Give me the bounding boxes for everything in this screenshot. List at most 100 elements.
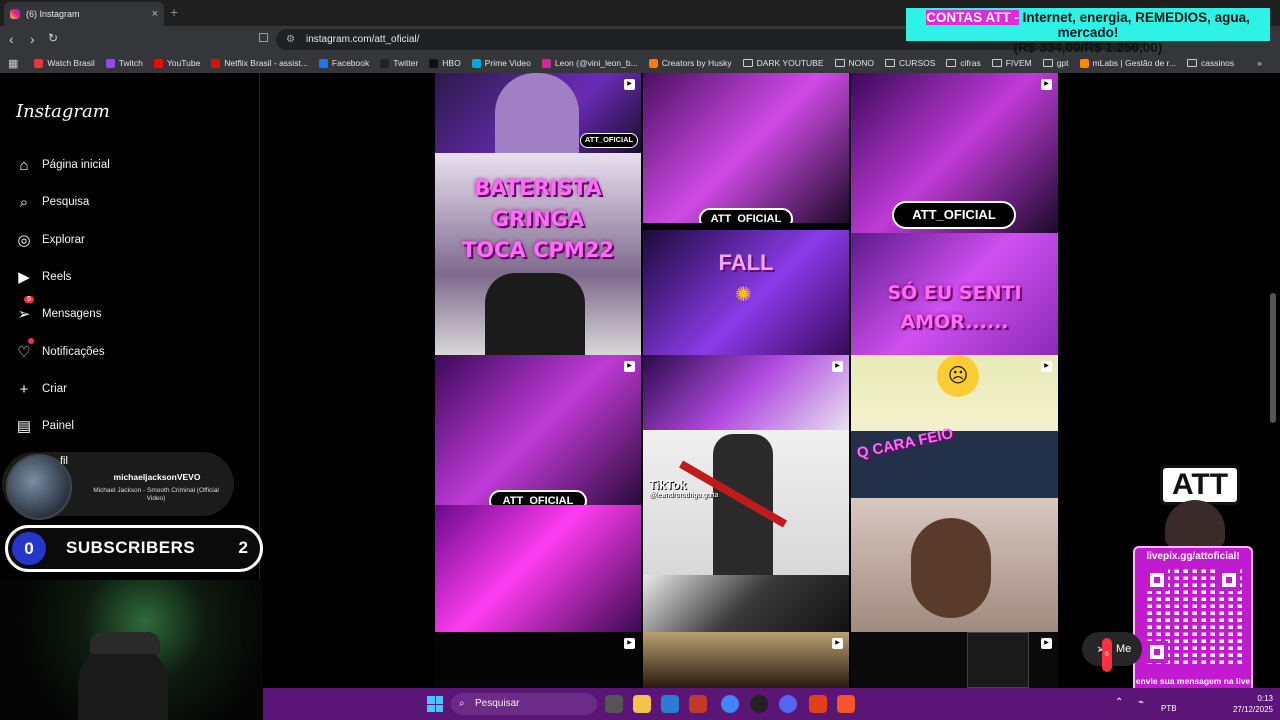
bookmark-item[interactable]: cassinos (1187, 58, 1234, 68)
bookmark-item[interactable]: Prime Video (471, 58, 531, 68)
post-tile[interactable] (851, 498, 1058, 632)
more-bookmarks-icon[interactable]: » (1257, 58, 1262, 68)
apps-grid-icon[interactable]: ▦ (8, 57, 18, 70)
bookmark-item[interactable]: Twitter (380, 58, 418, 68)
close-icon[interactable]: × (152, 8, 158, 20)
back-arrow-icon[interactable]: ‹ (9, 31, 14, 47)
bookmark-item[interactable]: NONO (834, 58, 874, 68)
app-icon[interactable] (689, 695, 707, 713)
post-tile[interactable]: ▶ ☹ Q CARA FEIO (851, 355, 1058, 505)
sidebar-item-heart[interactable]: ♡ Notificações (14, 338, 105, 364)
scrollbar[interactable] (1270, 293, 1276, 423)
att-pill: ATT_OFICIAL (489, 490, 587, 505)
post-tile[interactable]: ▶ (643, 632, 849, 688)
address-url: instagram.com/att_oficial/ (306, 34, 420, 45)
sidebar-item-label: Painel (42, 420, 74, 432)
home-icon: ⌂ (19, 156, 29, 174)
bookmark-label: FIVEM (1005, 58, 1032, 68)
post-tile[interactable]: ▶ ATT_OFICIAL (851, 73, 1058, 233)
bookmark-label: Netflix Brasil - assist... (224, 58, 308, 68)
brave-icon[interactable] (837, 695, 855, 713)
tab-instagram[interactable]: (6) Instagram × (4, 2, 164, 26)
reload-icon[interactable]: ↻ (48, 31, 58, 45)
qr-finder (1218, 569, 1240, 591)
task-view-icon[interactable] (605, 695, 623, 713)
bookmark-item[interactable]: YouTube (153, 58, 200, 68)
taskbar-search-placeholder: Pesquisar (475, 698, 520, 709)
bookmark-item[interactable]: FIVEM (991, 58, 1032, 68)
new-tab-button[interactable]: + (170, 4, 178, 20)
song-artist: michaeljacksonVEVO (113, 472, 201, 482)
bookmark-item[interactable]: Creators by Husky (648, 58, 732, 68)
bookmark-item[interactable]: DARK YOUTUBE (742, 58, 824, 68)
post-tile[interactable] (643, 575, 849, 632)
clock[interactable]: 0:13 27/12/2025 (1223, 693, 1273, 715)
network-icon[interactable]: ⌁ (1138, 697, 1144, 708)
discord-icon[interactable] (779, 695, 797, 713)
chevron-up-icon[interactable]: ⌃ (1115, 697, 1123, 708)
app-icon[interactable] (809, 695, 827, 713)
sidebar-item-messages[interactable]: ➢ Mensagens 6 (14, 296, 101, 326)
post-tile[interactable]: BATERISTA GRINGA TOCA CPM22 (435, 153, 641, 355)
folder-icon (991, 59, 1002, 67)
banner-goal: (R$ 334,00/R$ 1.250,00) (1013, 40, 1163, 55)
messages-label: Me (1116, 643, 1132, 655)
post-tile[interactable]: ▶ (851, 632, 1058, 688)
post-tile[interactable]: ▶ (643, 355, 849, 430)
taskbar-search[interactable]: ⌕ Pesquisar (451, 693, 597, 715)
bookmark-item[interactable]: gpt (1042, 58, 1069, 68)
bookmark-item[interactable]: HBO (429, 58, 461, 68)
reels-icon: ▶ (18, 269, 30, 286)
sidebar-item-plus[interactable]: + Criar (14, 377, 67, 401)
sidebar-item-dashboard[interactable]: ▤ Painel (14, 414, 74, 438)
post-tile[interactable]: ▶ ATT_OFICIAL (435, 355, 641, 505)
sidebar-item-reels[interactable]: ▶ Reels (14, 265, 71, 289)
post-tile[interactable]: ▶ (435, 632, 641, 688)
obs-icon[interactable] (750, 695, 768, 713)
instagram-logo[interactable]: Instagram (16, 101, 110, 122)
bookmark-icon[interactable]: ☐ (258, 31, 269, 45)
bookmark-item[interactable]: CURSOS (885, 58, 935, 68)
messages-floating-button[interactable]: ➢ 6 Me (1082, 632, 1142, 672)
contas-banner: CONTAS ATT - Internet, energia, REMEDIOS… (906, 8, 1270, 55)
favicon-icon (380, 58, 390, 68)
bookmark-item[interactable]: Twitch (105, 58, 143, 68)
chrome-icon[interactable] (721, 695, 739, 713)
bookmark-item[interactable]: Netflix Brasil - assist... (211, 58, 308, 68)
att-logo: ATT (1160, 465, 1240, 505)
folder-icon (742, 59, 753, 67)
sidebar-item-explore[interactable]: ◎ Explorar (14, 228, 84, 252)
bookmark-label: Leon (@vini_leon_b... (554, 58, 638, 68)
qr-code (1143, 566, 1243, 666)
bookmark-item[interactable]: cifras (946, 58, 981, 68)
post-tile[interactable]: TikTok @leandrorodrigo.guita (643, 430, 849, 575)
site-info-icon[interactable]: ⚙ (286, 29, 295, 50)
post-tile[interactable]: ATT_OFICIAL (643, 73, 849, 223)
sidebar-item-label: Notificações (42, 346, 105, 358)
bookmark-item[interactable]: Watch Brasil (34, 58, 95, 68)
now-playing-card: michaeljacksonVEVO Michael Jackson - Smo… (2, 452, 234, 520)
language-indicator[interactable]: PTB (1161, 704, 1177, 713)
store-icon[interactable] (661, 695, 679, 713)
forward-arrow-icon[interactable]: › (30, 31, 35, 47)
post-tile[interactable] (435, 505, 641, 632)
bookmark-label: cassinos (1201, 58, 1235, 68)
post-tile[interactable]: SÓ EU SENTI AMOR...... (851, 233, 1058, 355)
notification-dot (28, 338, 34, 344)
file-explorer-icon[interactable] (633, 695, 651, 713)
sidebar-item-home[interactable]: ⌂ Página inicial (14, 153, 109, 177)
bookmark-item[interactable]: Leon (@vini_leon_b... (541, 58, 638, 68)
post-tile[interactable]: ▶ ATT_OFICIAL (435, 73, 641, 153)
caption-amor: SÓ EU SENTI AMOR...... (887, 282, 1022, 333)
post-tile[interactable]: FALL ✺ (643, 230, 849, 355)
sub-count-start: 0 (12, 532, 46, 565)
folder-icon (946, 59, 957, 67)
windows-start-icon[interactable] (427, 696, 443, 712)
tiktok-watermark: TikTok (649, 478, 687, 492)
clock-date: 27/12/2025 (1232, 705, 1273, 714)
bookmark-item[interactable]: Facebook (318, 58, 369, 68)
bookmark-item[interactable]: mLabs | Gestão de r... (1079, 58, 1176, 68)
sidebar-item-search[interactable]: ⌕ Pesquisa (14, 190, 90, 214)
sub-label: SUBSCRIBERS (66, 538, 196, 557)
favicon-icon (105, 58, 115, 68)
